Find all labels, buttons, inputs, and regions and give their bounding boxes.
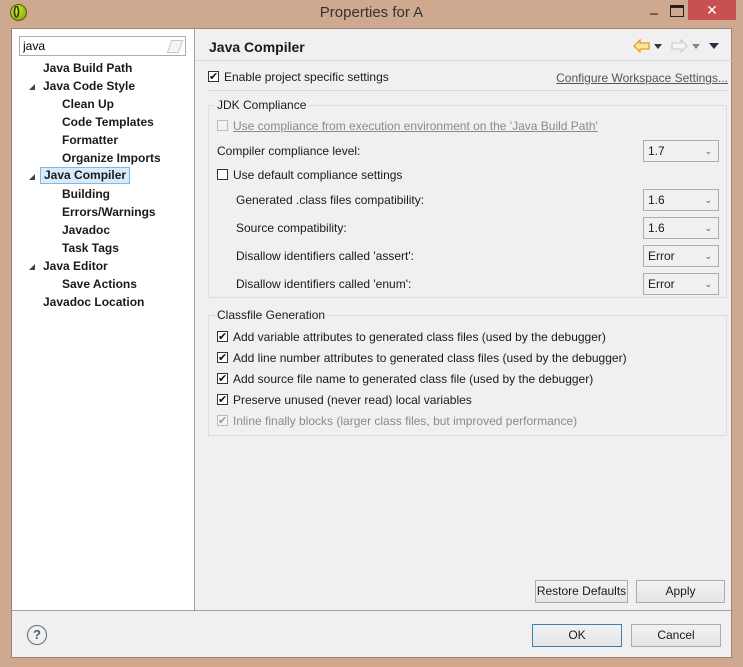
enum-identifier-label: Disallow identifiers called 'enum': <box>236 277 412 291</box>
classfile-generation-group: Classfile Generation Add variable attrib… <box>208 308 727 436</box>
tree-item-label: Javadoc <box>62 223 111 237</box>
tree-item-save-actions[interactable]: Save Actions <box>12 275 195 293</box>
tree-item-label: Code Templates <box>62 115 154 129</box>
help-icon[interactable]: ? <box>27 625 47 645</box>
checkbox-box[interactable] <box>217 169 228 180</box>
java-build-path-link[interactable]: 'Java Build Path' <box>510 119 598 133</box>
settings-separator <box>208 90 727 91</box>
classfile-generation-title: Classfile Generation <box>215 308 328 322</box>
compliance-level-label: Compiler compliance level: <box>217 144 361 158</box>
chevron-down-icon: ⌄ <box>704 251 712 261</box>
cancel-button[interactable]: Cancel <box>631 624 721 647</box>
tree-item-java-code-style[interactable]: Java Code Style <box>12 77 195 95</box>
tree-item-label: Organize Imports <box>62 151 161 165</box>
tree-item-label: Javadoc Location <box>43 295 145 309</box>
expand-triangle-icon[interactable] <box>29 174 35 180</box>
checkbox-box[interactable] <box>217 371 228 387</box>
assert-identifier-select[interactable]: Error ⌄ <box>643 245 719 267</box>
chevron-down-icon: ⌄ <box>704 223 712 233</box>
preference-tree: Java Build Path Java Code Style Clean Up Co… <box>12 59 195 311</box>
tree-item-javadoc[interactable]: Javadoc <box>12 221 195 239</box>
tree-item-building[interactable]: Building <box>12 185 195 203</box>
tree-item-label: Java Editor <box>43 259 108 273</box>
footer-separator <box>12 610 733 611</box>
expand-triangle-icon[interactable] <box>29 264 35 270</box>
chevron-down-icon: ⌄ <box>704 279 712 289</box>
tree-item-java-build-path[interactable]: Java Build Path <box>12 59 195 77</box>
filter-input[interactable] <box>23 39 163 53</box>
checkbox-box[interactable] <box>217 329 228 345</box>
tree-item-label: Formatter <box>62 133 119 147</box>
main-page: Java Compiler Enable project specific se… <box>195 29 732 610</box>
header-separator <box>195 60 732 61</box>
preference-tree-panel: Java Build Path Java Code Style Clean Up Co… <box>12 29 195 610</box>
tree-item-formatter[interactable]: Formatter <box>12 131 195 149</box>
close-button[interactable]: ✕ <box>688 0 736 20</box>
minimize-icon[interactable] <box>646 5 662 19</box>
checkbox-box[interactable] <box>217 120 228 131</box>
tree-item-task-tags[interactable]: Task Tags <box>12 239 195 257</box>
title-bar: Properties for A ✕ <box>0 0 743 26</box>
checkbox-box[interactable] <box>208 69 219 85</box>
enum-identifier-select[interactable]: Error ⌄ <box>643 273 719 295</box>
tree-item-organize-imports[interactable]: Organize Imports <box>12 149 195 167</box>
configure-workspace-settings-link[interactable]: Configure Workspace Settings... <box>556 71 728 85</box>
ok-button[interactable]: OK <box>532 624 622 647</box>
generated-class-compat-label: Generated .class files compatibility: <box>236 193 425 207</box>
forward-arrow-icon[interactable] <box>671 39 688 53</box>
chevron-down-icon: ⌄ <box>704 146 712 156</box>
view-menu-icon[interactable] <box>709 43 719 49</box>
tree-item-clean-up[interactable]: Clean Up <box>12 95 195 113</box>
tree-item-label: Building <box>62 187 110 201</box>
restore-defaults-button[interactable]: Restore Defaults <box>535 580 628 603</box>
tree-item-label: Java Code Style <box>43 79 136 93</box>
forward-history-dropdown-icon[interactable] <box>692 44 700 49</box>
chevron-down-icon: ⌄ <box>704 195 712 205</box>
jdk-compliance-group: JDK Compliance Use compliance from execu… <box>208 98 727 298</box>
generated-class-compat-select[interactable]: 1.6 ⌄ <box>643 189 719 211</box>
back-arrow-icon[interactable] <box>633 39 650 53</box>
tree-item-label: Save Actions <box>62 277 137 291</box>
tree-item-label: Errors/Warnings <box>62 205 156 219</box>
tree-item-label: Task Tags <box>62 241 119 255</box>
dialog-body: Java Build Path Java Code Style Clean Up Co… <box>11 28 733 658</box>
maximize-icon[interactable] <box>670 5 684 17</box>
compliance-level-select[interactable]: 1.7 ⌄ <box>643 140 719 162</box>
window-title: Properties for A <box>319 4 424 21</box>
page-title: Java Compiler <box>209 39 305 55</box>
assert-identifier-label: Disallow identifiers called 'assert': <box>236 249 414 263</box>
close-icon: ✕ <box>706 2 718 18</box>
tree-item-label: Java Build Path <box>43 61 133 75</box>
jdk-compliance-title: JDK Compliance <box>215 98 309 112</box>
expand-triangle-icon[interactable] <box>29 84 35 90</box>
clear-filter-icon[interactable] <box>166 40 184 53</box>
checkbox-box[interactable] <box>217 350 228 366</box>
apply-button[interactable]: Apply <box>636 580 725 603</box>
tree-item-javadoc-location[interactable]: Javadoc Location <box>12 293 195 311</box>
tree-item-label: Java Compiler <box>40 167 131 184</box>
tree-item-java-editor[interactable]: Java Editor <box>12 257 195 275</box>
tree-item-java-compiler[interactable]: Java Compiler <box>12 167 195 185</box>
filter-field[interactable] <box>19 36 186 56</box>
tree-item-errors-warnings[interactable]: Errors/Warnings <box>12 203 195 221</box>
back-history-dropdown-icon[interactable] <box>654 44 662 49</box>
tree-item-code-templates[interactable]: Code Templates <box>12 113 195 131</box>
source-compat-select[interactable]: 1.6 ⌄ <box>643 217 719 239</box>
checkbox-box[interactable] <box>217 413 228 429</box>
tree-item-label: Clean Up <box>62 97 115 111</box>
source-compat-label: Source compatibility: <box>236 221 347 235</box>
checkbox-box[interactable] <box>217 392 228 408</box>
